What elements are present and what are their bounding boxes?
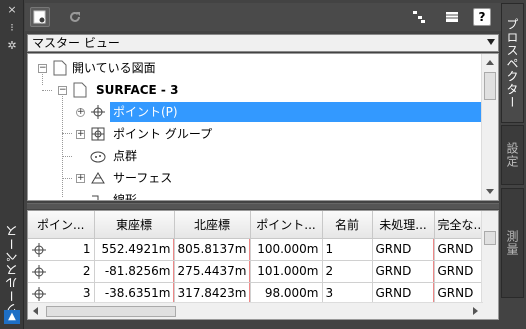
scroll-down-icon[interactable] — [486, 189, 494, 194]
collapse-icon[interactable]: − — [58, 86, 67, 95]
cell-easting[interactable]: -38.6351m — [94, 282, 175, 305]
expand-icon[interactable]: + — [76, 174, 85, 183]
tree-item-point-clouds[interactable]: 点群 — [28, 146, 483, 166]
pane-splitter[interactable] — [27, 203, 499, 209]
tree-item-label: 開いている図面 — [72, 61, 156, 75]
column-header-northing[interactable]: 北座標 — [174, 211, 251, 239]
column-header-raw-description[interactable]: 未処理... — [372, 211, 435, 239]
column-header-name[interactable]: 名前 — [322, 211, 373, 239]
cell-northing[interactable]: 805.8137m — [174, 238, 251, 261]
cell-raw-description[interactable]: GRND — [372, 238, 435, 261]
cell-northing[interactable]: 317.8423m — [174, 282, 251, 305]
point-list-grid: ポイン... 東座標 北座標 ポイント... 名前 未処理... 完全な... … — [27, 210, 499, 320]
grid-vertical-scrollbar[interactable] — [481, 211, 498, 319]
view-select[interactable]: マスター ビュー — [27, 34, 499, 52]
point-icon — [32, 242, 46, 257]
document-icon — [73, 82, 87, 98]
tree-item-label: 点群 — [113, 149, 138, 163]
point-group-icon — [91, 127, 105, 141]
tree-item-label: SURFACE - 3 — [96, 83, 179, 97]
scroll-thumb[interactable] — [484, 231, 496, 245]
help-icon[interactable]: ? — [473, 8, 491, 26]
surface-icon — [91, 172, 105, 184]
point-icon — [32, 264, 46, 279]
tree-item-label: ポイント グループ — [113, 127, 213, 141]
column-header-elevation[interactable]: ポイント... — [250, 211, 323, 239]
cell-elevation[interactable]: 98.000m — [250, 282, 323, 305]
tree-item-point-groups[interactable]: + ポイント グループ — [28, 124, 483, 144]
scroll-left-icon[interactable] — [33, 307, 38, 315]
chevron-down-icon[interactable] — [487, 39, 495, 45]
expand-icon[interactable]: + — [76, 108, 85, 117]
close-icon[interactable]: × — [4, 3, 20, 17]
tree-item-open-drawings[interactable]: − 開いている図面 — [28, 58, 483, 78]
tab-prospector[interactable]: プロスペクター — [501, 3, 524, 123]
grid-horizontal-scrollbar[interactable] — [28, 302, 483, 319]
cell-name[interactable]: 1 — [322, 238, 373, 261]
table-header-row: ポイン... 東座標 北座標 ポイント... 名前 未処理... 完全な... — [28, 211, 489, 239]
app-logo-icon: ▲ — [4, 310, 20, 324]
palette-title-bar: × ⁝ ✲ ツールスペース ▲ — [0, 0, 24, 329]
column-header-point-number[interactable]: ポイン... — [28, 211, 95, 239]
tree-item-surfaces[interactable]: + サーフェス — [28, 168, 483, 188]
point-icon — [32, 286, 46, 301]
point-cloud-icon — [90, 151, 106, 163]
cell-easting[interactable]: 552.4921m — [94, 238, 175, 261]
cell-text: 2 — [82, 264, 91, 278]
table-row[interactable]: 3 -38.6351m 317.8423m 98.000m 3 GRND GRN… — [28, 282, 489, 305]
tree-item-points[interactable]: + ポイント(P) — [28, 102, 483, 122]
expand-icon[interactable]: + — [76, 130, 85, 139]
cell-elevation[interactable]: 100.000m — [250, 238, 323, 261]
toolspace-window: × ⁝ ✲ ツールスペース ▲ ? マスター ビュー − 開いている図面 − S… — [0, 0, 526, 329]
cell-point-number[interactable]: 1 — [28, 238, 95, 261]
table-view-icon[interactable] — [442, 7, 462, 27]
tree-item-drawing[interactable]: − SURFACE - 3 — [28, 80, 483, 100]
document-icon — [53, 60, 67, 76]
prospector-tree: − 開いている図面 − SURFACE - 3 + ポイント(P) + ポイント… — [27, 53, 499, 201]
cell-text: 3 — [82, 286, 91, 300]
pin-icon[interactable]: ⁝ — [4, 21, 20, 35]
collapse-icon[interactable]: − — [38, 64, 47, 73]
tree-item-alignments[interactable]: 線形 — [28, 190, 483, 201]
scroll-right-icon[interactable] — [473, 307, 478, 315]
prospector-view-icon[interactable] — [30, 7, 50, 27]
settings-icon[interactable]: ✲ — [4, 39, 20, 53]
point-icon — [91, 105, 105, 119]
tree-scrollbar[interactable] — [481, 54, 498, 200]
cell-easting[interactable]: -81.8256m — [94, 260, 175, 283]
tab-survey[interactable]: 測量 — [501, 188, 524, 298]
scroll-thumb[interactable] — [484, 72, 496, 100]
cell-text: 1 — [82, 242, 91, 256]
toolbar: ? — [25, 3, 501, 31]
table-row[interactable]: 2 -81.8256m 275.4437m 101.000m 2 GRND GR… — [28, 260, 489, 283]
palette-title: ツールスペース — [5, 224, 19, 315]
cell-point-number[interactable]: 3 — [28, 282, 95, 305]
cell-raw-description[interactable]: GRND — [372, 260, 435, 283]
cell-elevation[interactable]: 101.000m — [250, 260, 323, 283]
tree-item-label: ポイント(P) — [110, 102, 483, 122]
cell-name[interactable]: 3 — [322, 282, 373, 305]
cell-name[interactable]: 2 — [322, 260, 373, 283]
cell-raw-description[interactable]: GRND — [372, 282, 435, 305]
tree-item-label: 線形 — [113, 193, 138, 201]
column-header-easting[interactable]: 東座標 — [94, 211, 175, 239]
scroll-up-icon[interactable] — [486, 60, 494, 65]
tab-settings[interactable]: 設定 — [501, 125, 524, 185]
alignment-icon — [92, 195, 99, 200]
view-select-value: マスター ビュー — [32, 36, 120, 50]
cell-point-number[interactable]: 2 — [28, 260, 95, 283]
cell-northing[interactable]: 275.4437m — [174, 260, 251, 283]
tree-item-label: サーフェス — [113, 171, 173, 185]
table-row[interactable]: 1 552.4921m 805.8137m 100.000m 1 GRND GR… — [28, 238, 489, 261]
refresh-icon[interactable] — [65, 7, 85, 27]
scroll-thumb[interactable] — [46, 306, 176, 317]
points-table: ポイン... 東座標 北座標 ポイント... 名前 未処理... 完全な... … — [28, 211, 489, 305]
item-list-icon[interactable] — [409, 7, 429, 27]
